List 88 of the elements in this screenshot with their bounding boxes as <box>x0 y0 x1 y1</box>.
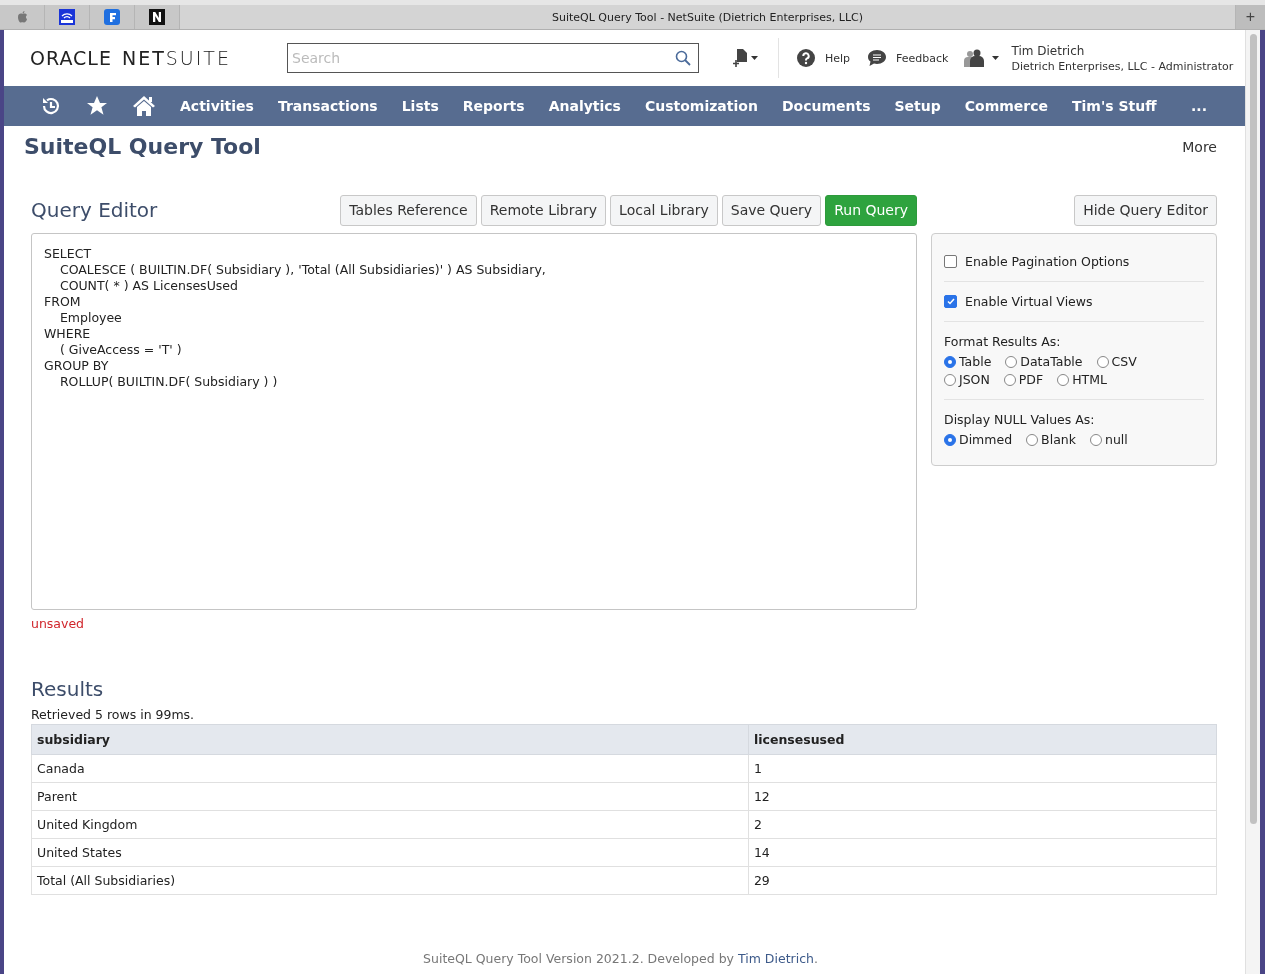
radio-label: Dimmed <box>959 432 1013 447</box>
table-cell: 12 <box>748 782 1217 811</box>
table-cell: 1 <box>748 754 1217 783</box>
table-cell: Canada <box>31 754 749 783</box>
radio-button[interactable] <box>944 433 956 446</box>
new-tab-button[interactable]: + <box>1235 5 1265 29</box>
nav-more-link[interactable]: ... <box>1191 98 1207 114</box>
recent-history-icon[interactable] <box>40 95 62 117</box>
more-link[interactable]: More <box>1182 138 1217 155</box>
nav-item[interactable]: Tim's Stuff <box>1072 98 1157 114</box>
search-icon[interactable] <box>675 50 691 66</box>
section-heading: Results <box>31 677 105 701</box>
radio-button[interactable] <box>1089 433 1102 446</box>
save-status: unsaved <box>31 616 86 631</box>
table-cell: 29 <box>748 866 1217 895</box>
scrollbar-thumb[interactable] <box>1249 34 1257 824</box>
star-icon[interactable] <box>86 95 108 117</box>
option-label: Display NULL Values As: <box>944 412 1096 427</box>
create-new-button[interactable] <box>733 38 779 78</box>
checkbox[interactable] <box>944 255 957 268</box>
radio-button[interactable] <box>944 373 956 386</box>
nav-item[interactable]: Analytics <box>548 98 621 114</box>
table-cell: 14 <box>748 838 1217 867</box>
user-name: Tim Dietrich <box>1011 43 1086 58</box>
nav-item[interactable]: Transactions <box>277 98 378 114</box>
hide-editor-button[interactable]: Hide Query Editor <box>1074 194 1217 226</box>
query-editor-field[interactable]: SELECT COALESCE ( BUILTIN.DF( Subsidiary ), 'Total (All Subsidiaries)' ) AS Subsidiary, COUNT( * ) AS LicensesUsed FROM Employee WHERE ( GiveAccess = 'T' ) GROUP BY ROLLUP( BUILTIN.DF( Subsidiary ) ) <box>31 233 917 610</box>
table-cell: 2 <box>748 810 1217 839</box>
radio-button[interactable] <box>944 355 956 368</box>
nav-item[interactable]: Setup <box>894 98 941 114</box>
radio-label: JSON <box>959 372 990 387</box>
radio-label: CSV <box>1111 354 1137 369</box>
radio-label: HTML <box>1072 372 1107 387</box>
nav-item[interactable]: Lists <box>401 98 439 114</box>
speech-bubble-icon <box>868 50 887 66</box>
radio-button[interactable] <box>1057 373 1070 386</box>
radio-label: null <box>1104 432 1128 447</box>
nav-item[interactable]: Commerce <box>964 98 1048 114</box>
page-title: SuiteQL Query Tool <box>24 134 261 159</box>
footer-text: SuiteQL Query Tool Version 2021.2. Developed by Tim Dietrich. <box>422 951 819 968</box>
pinned-tab[interactable] <box>45 5 90 29</box>
radio-label: Blank <box>1041 432 1076 447</box>
section-heading: Query Editor <box>31 198 158 222</box>
results-summary: Retrieved 5 rows in 99ms. <box>31 707 196 722</box>
radio-signal-icon <box>59 9 75 25</box>
tab-title[interactable]: SuiteQL Query Tool - NetSuite (Dietrich Enterprises, LLC) <box>180 5 1235 29</box>
radio-label: DataTable <box>1020 354 1083 369</box>
radio-label: Table <box>959 354 992 369</box>
nav-item[interactable]: Documents <box>781 98 871 114</box>
pinned-tab[interactable] <box>135 5 180 29</box>
nav-item[interactable]: Customization <box>644 98 758 114</box>
checkbox[interactable] <box>944 295 957 308</box>
table-cell: Total (All Subsidiaries) <box>31 866 749 895</box>
author-link[interactable]: Tim Dietrich <box>737 951 814 966</box>
toolbar-button[interactable]: Remote Library <box>480 194 607 226</box>
feedback-link[interactable]: Feedback <box>868 50 949 66</box>
checkbox-label: Enable Virtual Views <box>965 294 1093 309</box>
home-icon[interactable] <box>132 95 156 117</box>
run-query-button[interactable]: Run Query <box>825 194 917 226</box>
document-plus-icon <box>733 49 747 67</box>
users-icon[interactable] <box>964 49 987 67</box>
caret-icon <box>992 56 1000 60</box>
checkbox-label: Enable Pagination Options <box>965 254 1130 269</box>
table-cell: United States <box>31 838 749 867</box>
radio-button[interactable] <box>1003 373 1016 386</box>
table-cell: Parent <box>31 782 749 811</box>
radio-button[interactable] <box>1096 355 1109 368</box>
help-link[interactable]: Help <box>797 49 851 67</box>
option-label: Format Results As: <box>944 334 1062 349</box>
netsuite-logo[interactable]: ORACLE NETSUITE <box>30 47 287 69</box>
nav-item[interactable]: Reports <box>462 98 525 114</box>
help-icon <box>797 49 815 67</box>
toolbar-button[interactable]: Tables Reference <box>340 194 477 226</box>
table-cell: United Kingdom <box>31 810 749 839</box>
caret-icon <box>751 56 758 60</box>
nav-item[interactable]: Activities <box>180 98 254 114</box>
toolbar-button[interactable]: Local Library <box>610 194 718 226</box>
toolbar-button[interactable]: Save Query <box>721 194 822 226</box>
column-header: licensesused <box>748 724 1217 755</box>
apple-icon <box>16 11 28 23</box>
column-header: subsidiary <box>31 724 749 755</box>
radio-button[interactable] <box>1005 355 1018 368</box>
search-field[interactable]: Search <box>287 43 699 73</box>
user-role: Dietrich Enterprises, LLC - Administrator <box>1011 59 1234 73</box>
radio-label: PDF <box>1018 372 1044 387</box>
n-letter-icon <box>149 9 165 25</box>
radio-button[interactable] <box>1026 433 1039 446</box>
f-letter-icon <box>104 9 120 25</box>
